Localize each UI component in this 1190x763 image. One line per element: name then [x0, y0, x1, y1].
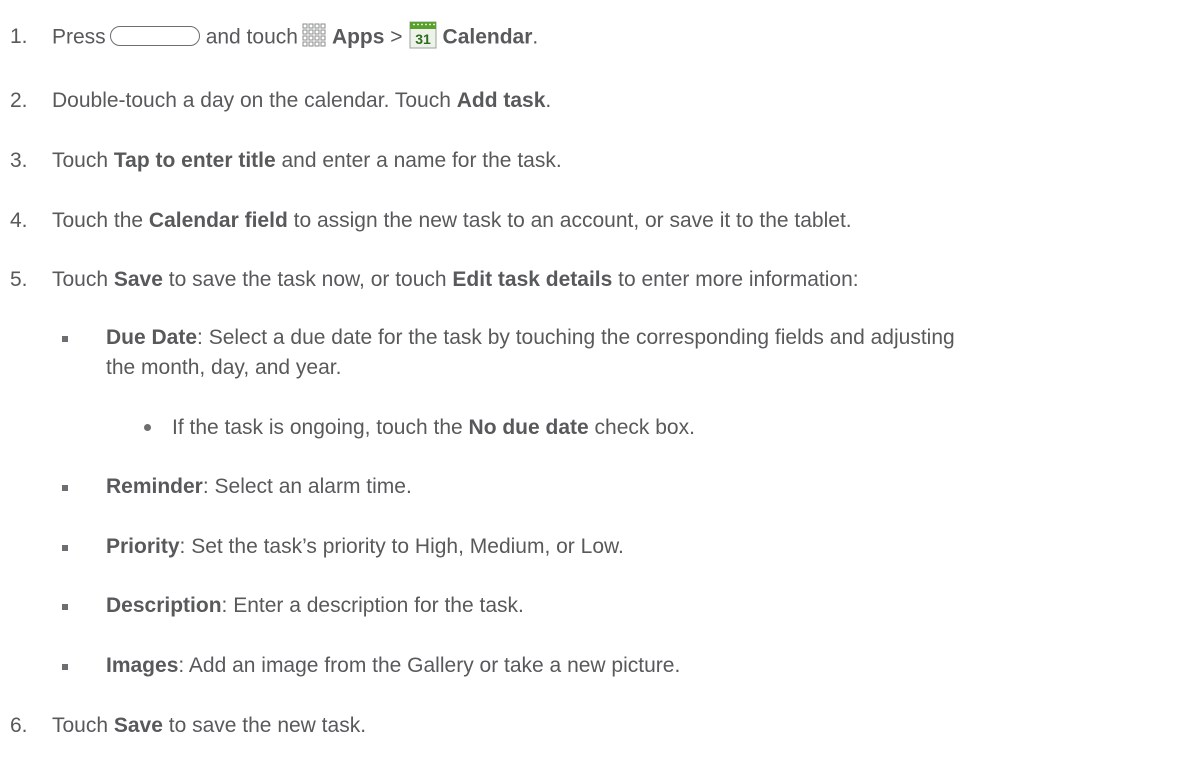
- calendar-icon: 31: [409, 21, 437, 49]
- home-key-icon: [109, 26, 200, 46]
- square-bullet-icon: [62, 336, 68, 342]
- square-bullet-icon: [62, 664, 68, 670]
- square-bullet-icon: [62, 545, 68, 551]
- calendar-label: Calendar: [442, 25, 533, 49]
- instruction-page: 1. Press and touch Apps > 31 Calendar. 2.…: [0, 0, 1190, 763]
- square-bullet-icon: [62, 604, 68, 610]
- square-bullet-icon: [62, 485, 68, 491]
- step-number: 6.: [10, 714, 28, 737]
- apps-grid-icon: [302, 23, 326, 47]
- svg-text:31: 31: [415, 31, 431, 47]
- step-number: 3.: [10, 149, 28, 172]
- apps-label: Apps: [331, 25, 385, 49]
- round-bullet-icon: [144, 424, 151, 431]
- step-number: 4.: [10, 209, 28, 232]
- step-number: 2.: [10, 89, 28, 112]
- step-number: 1.: [10, 25, 28, 48]
- step-number: 5.: [10, 268, 28, 291]
